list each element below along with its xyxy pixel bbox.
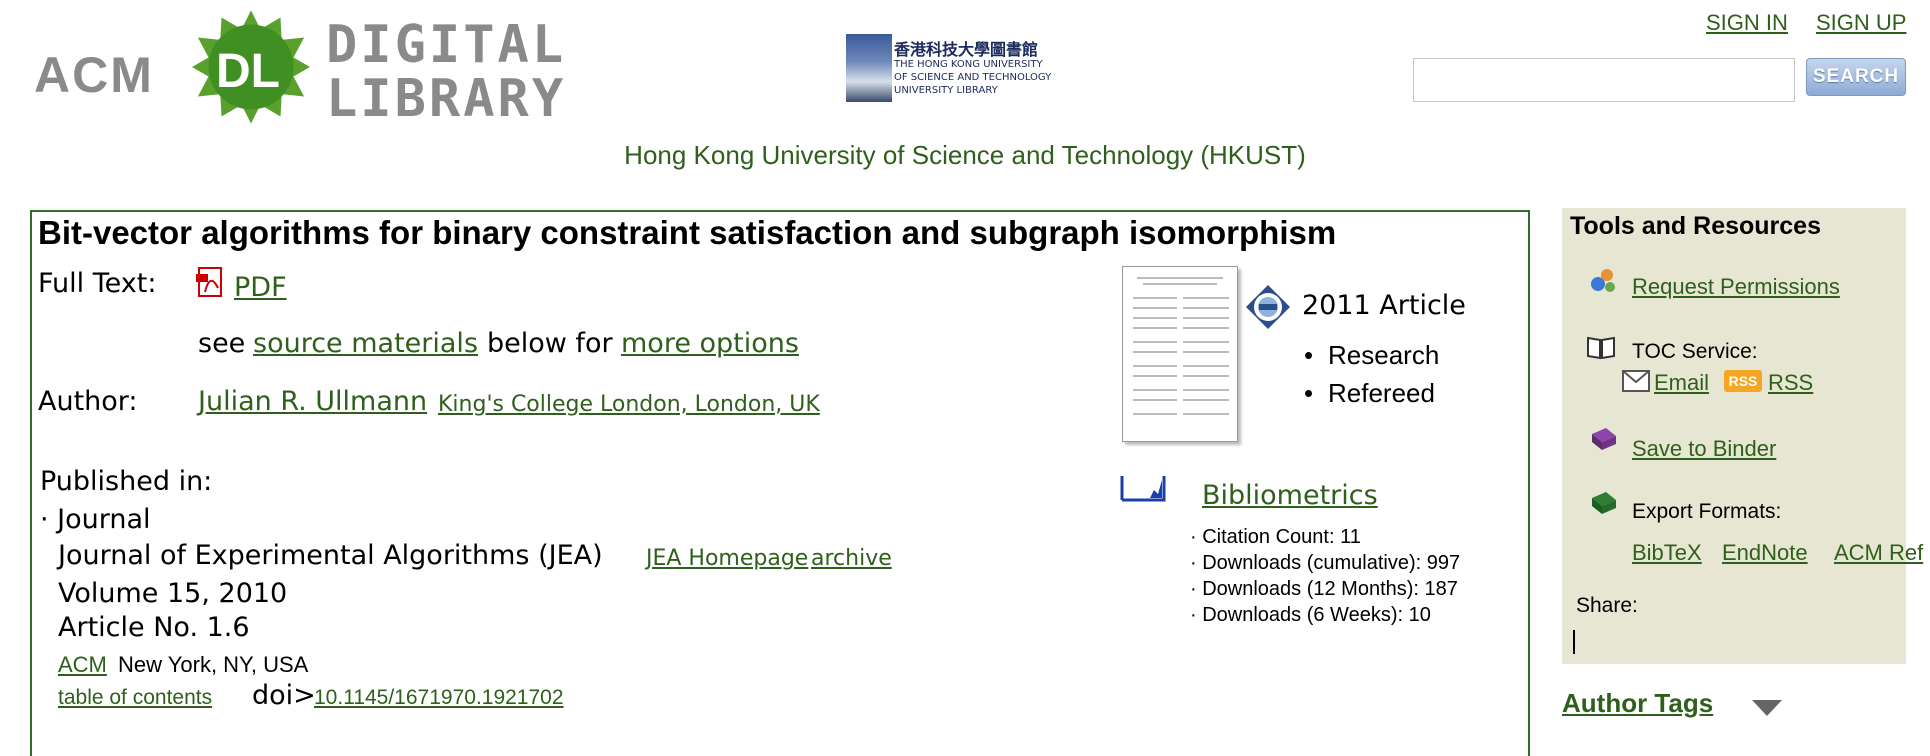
- source-materials-link[interactable]: source materials: [253, 328, 478, 359]
- hkust-english-name: THE HONG KONG UNIVERSITY OF SCIENCE AND …: [894, 59, 1052, 96]
- pdf-link[interactable]: PDF: [234, 272, 287, 303]
- chevron-down-icon[interactable]: [1752, 700, 1782, 716]
- below-for-text: below for: [487, 328, 613, 359]
- sign-in-link[interactable]: SIGN IN: [1706, 10, 1788, 36]
- jea-homepage-link[interactable]: JEA Homepage: [646, 546, 808, 571]
- export-icon: [1592, 492, 1616, 514]
- email-link[interactable]: Email: [1654, 370, 1709, 396]
- article-number: Article No. 1.6: [58, 612, 250, 643]
- export-formats-label: Export Formats:: [1632, 500, 1782, 523]
- logo-dl-text: DL: [216, 45, 280, 98]
- toc-service-label: TOC Service:: [1632, 340, 1758, 363]
- see-text: see: [198, 328, 246, 359]
- more-options-link[interactable]: more options: [621, 328, 799, 359]
- author-name-link[interactable]: Julian R. Ullmann: [198, 386, 427, 417]
- full-text-label: Full Text:: [38, 268, 157, 299]
- sign-up-link[interactable]: SIGN UP: [1816, 10, 1906, 36]
- table-of-contents-link[interactable]: table of contents: [58, 686, 212, 710]
- publication-type: · Journal: [40, 504, 151, 535]
- article-type-badge-icon: [1246, 285, 1290, 329]
- tools-resources-title: Tools and Resources: [1570, 212, 1821, 240]
- volume-text: Volume 15, 2010: [58, 578, 288, 609]
- email-icon: [1622, 370, 1650, 392]
- save-to-binder-link[interactable]: Save to Binder: [1632, 436, 1776, 462]
- permissions-icon: [1591, 269, 1615, 292]
- publisher-location: New York, NY, USA: [118, 652, 309, 677]
- binder-icon: [1592, 428, 1616, 450]
- request-permissions-link[interactable]: Request Permissions: [1632, 274, 1840, 300]
- share-cursor: [1573, 630, 1575, 654]
- archive-link[interactable]: archive: [811, 546, 892, 571]
- bibliometrics-link[interactable]: Bibliometrics: [1202, 480, 1378, 511]
- journal-name: Journal of Experimental Algorithms (JEA): [58, 540, 603, 571]
- tag-research: Research: [1328, 340, 1439, 371]
- hkust-library-logo: 香港科技大學圖書館 THE HONG KONG UNIVERSITY OF SC…: [846, 34, 1070, 104]
- author-label: Author:: [38, 386, 138, 417]
- acm-dl-logo[interactable]: ACM DL DIGITAL LIBRARY: [30, 8, 570, 126]
- article-thumbnail[interactable]: [1122, 266, 1238, 442]
- citation-count: · Citation Count: 11: [1190, 526, 1361, 548]
- endnote-link[interactable]: EndNote: [1722, 540, 1808, 566]
- article-title: Bit-vector algorithms for binary constra…: [38, 214, 1337, 251]
- downloads-12-months: · Downloads (12 Months): 187: [1190, 578, 1458, 600]
- hkust-chinese-name: 香港科技大學圖書館: [894, 40, 1039, 59]
- search-input[interactable]: [1413, 58, 1795, 102]
- pdf-icon[interactable]: [196, 266, 230, 300]
- bibliometrics-chart-icon: [1120, 472, 1166, 504]
- acm-ref-link[interactable]: ACM Ref: [1834, 540, 1923, 566]
- author-affiliation-link[interactable]: King's College London, London, UK: [438, 392, 820, 417]
- rss-icon: RSS: [1724, 370, 1762, 392]
- article-year-type: 2011 Article: [1302, 290, 1466, 321]
- institution-name: Hong Kong University of Science and Tech…: [624, 140, 1306, 170]
- tag-refereed: Refereed: [1328, 378, 1435, 409]
- rss-link[interactable]: RSS: [1768, 370, 1813, 396]
- doi-link[interactable]: 10.1145/1671970.1921702: [314, 686, 564, 710]
- logo-acm-text: ACM: [34, 47, 154, 103]
- book-open-icon: [1587, 336, 1615, 360]
- hkust-building-icon: [846, 34, 892, 102]
- downloads-6-weeks: · Downloads (6 Weeks): 10: [1190, 604, 1431, 626]
- search-button[interactable]: SEARCH: [1806, 58, 1906, 96]
- doi-label: doi>: [252, 680, 316, 711]
- bibtex-link[interactable]: BibTeX: [1632, 540, 1702, 566]
- author-tags-link[interactable]: Author Tags: [1562, 688, 1713, 719]
- logo-digital-text: DIGITAL: [326, 15, 567, 75]
- share-label: Share:: [1576, 594, 1638, 617]
- publisher-link[interactable]: ACM: [58, 652, 107, 678]
- downloads-cumulative: · Downloads (cumulative): 997: [1190, 552, 1461, 574]
- logo-library-text: LIBRARY: [326, 69, 567, 129]
- published-in-label: Published in:: [40, 466, 213, 497]
